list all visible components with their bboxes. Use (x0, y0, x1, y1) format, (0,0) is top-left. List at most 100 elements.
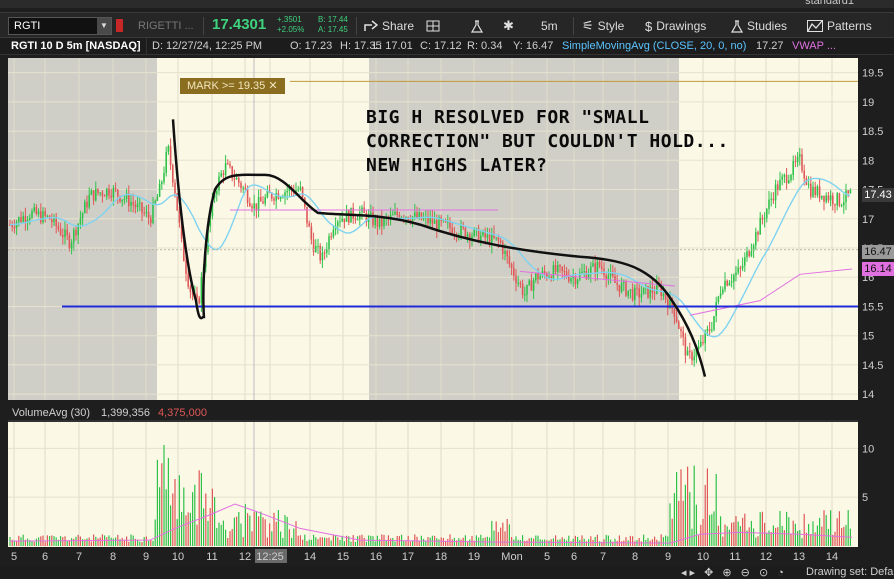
red-flag-icon[interactable] (116, 19, 123, 32)
volume-bar (207, 521, 209, 546)
time-tick-label: 16 (370, 551, 382, 563)
volume-bar (660, 534, 662, 546)
candle-body (114, 188, 117, 190)
candle-body (592, 263, 594, 267)
reset-zoom-icon[interactable]: ⊙ (759, 567, 771, 579)
volume-bar (370, 535, 372, 546)
candle-body (638, 288, 640, 298)
candle-body (825, 195, 827, 202)
sma-study-label[interactable]: SimpleMovingAvg (CLOSE, 20, 0, no) (562, 40, 746, 52)
volume-bar (590, 536, 592, 546)
candle-body (420, 212, 423, 220)
candle-body (68, 235, 71, 249)
candle-body (396, 211, 398, 216)
vwap-study-label[interactable]: VWAP ... (792, 40, 836, 52)
candle-body (464, 227, 467, 238)
volume-bar (418, 541, 420, 546)
volume-bar (150, 539, 152, 546)
volume-bar (222, 520, 224, 546)
candle-body (737, 267, 739, 273)
volume-bar (585, 541, 587, 546)
candle-body (13, 227, 16, 229)
candle-body (310, 226, 313, 240)
style-menu[interactable]: ⚟ Style (582, 17, 624, 35)
volume-bar (669, 503, 671, 546)
candle-body (781, 176, 783, 180)
candle-body (286, 190, 288, 193)
candle-body (381, 217, 383, 227)
candle-body (836, 193, 838, 206)
volume-bar (414, 534, 416, 546)
drawing-set-label[interactable]: Drawing set: Defa (806, 566, 893, 578)
candle-body (744, 257, 746, 266)
volume-bar (733, 522, 735, 546)
zoom-out-icon[interactable]: ⊖ (741, 567, 753, 579)
volume-bar (350, 541, 352, 546)
volume-bar (328, 537, 330, 546)
drawings-menu[interactable]: $ Drawings (645, 17, 706, 35)
volume-bar (693, 465, 695, 546)
candle-body (706, 329, 709, 332)
candle-body (697, 346, 700, 349)
volume-bar (306, 541, 308, 546)
volume-bar (715, 473, 717, 546)
mark-alert-label[interactable]: MARK >= 19.35 ✕ (180, 78, 285, 94)
volume-bar (277, 510, 279, 546)
zoom-in-icon[interactable]: ⊕ (722, 567, 734, 579)
volume-bar (616, 540, 618, 546)
volume-bar (779, 511, 781, 546)
pan-icon[interactable]: ✥ (704, 567, 716, 579)
flask-button[interactable] (471, 17, 483, 35)
candle-body (715, 302, 717, 317)
share-icon (364, 20, 378, 32)
symbol-dropdown-icon[interactable]: ▼ (97, 18, 111, 34)
scroll-left-icon[interactable]: ◂▸ (681, 567, 698, 579)
candle-body (238, 178, 240, 183)
candle-body (847, 190, 849, 194)
candle-body (436, 220, 438, 230)
time-tick-label: 10 (172, 551, 184, 563)
candle-body (594, 263, 596, 274)
candle-body (686, 350, 689, 356)
close-icon[interactable]: ✕ (268, 80, 277, 92)
patterns-icon (807, 20, 823, 32)
dollar-icon: $ (645, 18, 653, 34)
candle-body (568, 276, 570, 282)
interval-selector[interactable]: 5m (541, 17, 558, 35)
chart-title: RGTI 10 D 5m [NASDAQ] (11, 40, 141, 52)
candle-body (134, 204, 137, 208)
chart-nav-controls[interactable]: ◂▸ ✥ ⊕ ⊖ ⊙ ◔ (681, 566, 787, 579)
studies-menu[interactable]: Studies (731, 17, 787, 35)
candle-body (794, 161, 797, 163)
patterns-menu[interactable]: Patterns (807, 17, 872, 35)
volume-bar (209, 508, 211, 546)
candle-body (768, 199, 770, 209)
candle-body (262, 201, 264, 204)
volume-bar (801, 538, 803, 546)
volume-bar (176, 519, 178, 546)
candle-body (315, 245, 317, 253)
volume-bar (242, 537, 244, 546)
candle-body (601, 266, 603, 269)
volume-bar (62, 537, 64, 546)
volume-bar (33, 541, 35, 546)
volume-bar (519, 540, 521, 546)
candle-body (156, 196, 159, 201)
settings-button[interactable]: ✱ (503, 17, 514, 35)
share-button[interactable]: Share (364, 17, 414, 35)
ask-price: A: 17.45 (318, 25, 348, 34)
candle-body (728, 282, 731, 286)
volume-bar (170, 505, 172, 546)
volume-bar (632, 536, 634, 546)
profile-name[interactable]: standard1 (805, 0, 854, 7)
volume-study-name[interactable]: VolumeAvg (30) (12, 407, 90, 419)
candle-body (40, 211, 42, 223)
volume-bar (86, 538, 88, 546)
grid-layout-button[interactable] (426, 17, 440, 35)
candle-body (64, 229, 66, 238)
candle-body (460, 224, 462, 236)
net-change: +.3501 (277, 15, 302, 24)
candle-body (829, 195, 832, 201)
bubble-icon[interactable]: ◔ (777, 567, 787, 579)
symbol-input[interactable]: RGTI ▼ (8, 17, 112, 35)
